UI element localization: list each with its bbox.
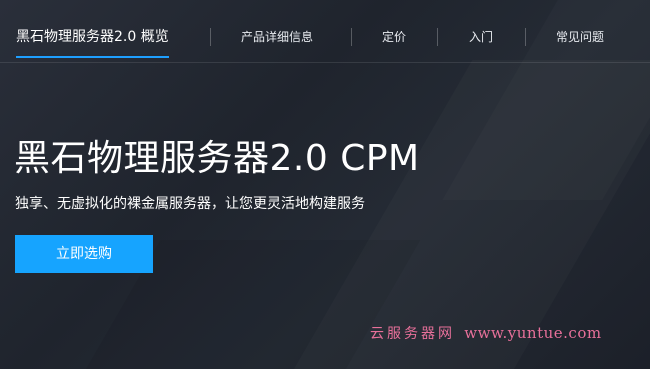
buy-now-button[interactable]: 立即选购 [15,235,153,273]
page: 黑石物理服务器2.0 概览 产品详细信息 定价 入门 常见问题 黑石物理服务器2… [0,0,650,369]
nav-divider [525,28,526,46]
watermark-site-name: 云服务器网 [370,326,455,342]
hero-subtitle: 独享、无虚拟化的裸金属服务器，让您更灵活地构建服务 [15,196,365,212]
top-navigation: 黑石物理服务器2.0 概览 产品详细信息 定价 入门 常见问题 [0,0,650,63]
nav-divider [351,28,352,46]
nav-tab-faq[interactable]: 常见问题 [556,0,604,62]
nav-tab-overview[interactable]: 黑石物理服务器2.0 概览 [16,0,169,62]
nav-tab-getting-started[interactable]: 入门 [469,0,493,62]
watermark: 云服务器网 www.yuntue.com [370,322,602,345]
nav-divider [210,28,211,46]
nav-tab-product-details[interactable]: 产品详细信息 [241,0,313,62]
nav-tab-pricing[interactable]: 定价 [382,0,406,62]
nav-divider [437,28,438,46]
hero-title: 黑石物理服务器2.0 CPM [14,138,420,179]
watermark-url: www.yuntue.com [464,324,602,342]
